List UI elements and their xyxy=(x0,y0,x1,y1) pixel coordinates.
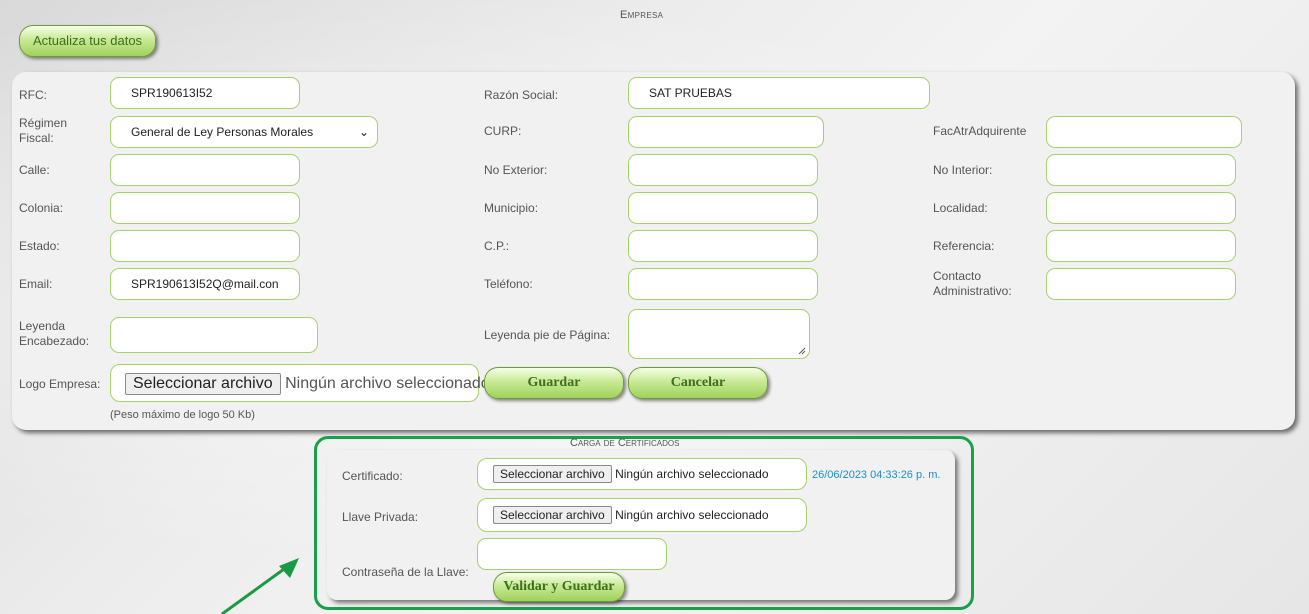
no-exterior-input[interactable] xyxy=(628,154,818,186)
leyenda-pie-label: Leyenda pie de Página: xyxy=(484,328,611,342)
cancel-button[interactable]: Cancelar xyxy=(628,367,768,399)
facatr-label: FacAtrAdquirente xyxy=(933,124,1027,138)
razon-social-input[interactable]: SAT PRUEBAS xyxy=(628,77,930,109)
certificado-file-input[interactable]: Seleccionar archivo Ningún archivo selec… xyxy=(477,458,807,490)
localidad-input[interactable] xyxy=(1046,192,1236,224)
facatr-input[interactable] xyxy=(1046,116,1242,148)
regimen-label-line2: Fiscal: xyxy=(19,131,54,145)
leyenda-encabezado-label: Leyenda Encabezado: xyxy=(19,319,89,349)
calle-label: Calle: xyxy=(19,163,50,177)
leyenda-encabezado-label-line1: Leyenda xyxy=(19,319,66,333)
municipio-input[interactable] xyxy=(628,192,818,224)
curp-label: CURP: xyxy=(484,124,522,138)
contrasena-label: Contraseña de la Llave: xyxy=(342,565,469,579)
regimen-label-line1: Régimen xyxy=(19,116,68,130)
curp-input[interactable] xyxy=(628,116,824,148)
localidad-label: Localidad: xyxy=(933,201,988,215)
regimen-label: Régimen Fiscal: xyxy=(19,116,67,146)
regimen-fiscal-value: General de Ley Personas Morales xyxy=(131,125,314,139)
no-exterior-label: No Exterior: xyxy=(484,163,548,177)
rfc-input[interactable]: SPR190613I52 xyxy=(110,77,300,109)
contacto-label-line2: Administrativo: xyxy=(933,284,1012,298)
logo-file-input[interactable]: Seleccionar archivo Ningún archivo selec… xyxy=(110,364,490,402)
leyenda-encabezado-input[interactable] xyxy=(110,317,318,353)
estado-label: Estado: xyxy=(19,239,60,253)
colonia-label: Colonia: xyxy=(19,201,64,215)
colonia-input[interactable] xyxy=(110,192,300,224)
logo-file-status: Ningún archivo seleccionado xyxy=(285,375,490,392)
llave-privada-select-file-button[interactable]: Seleccionar archivo xyxy=(493,506,612,524)
logo-label: Logo Empresa: xyxy=(19,377,101,391)
razon-social-label: Razón Social: xyxy=(484,88,559,102)
contacto-label-line1: Contacto xyxy=(933,269,982,283)
referencia-label: Referencia: xyxy=(933,239,995,253)
telefono-input[interactable] xyxy=(628,268,818,300)
certificado-file-status: Ningún archivo seleccionado xyxy=(615,467,769,481)
email-input[interactable]: SPR190613I52Q@mail.con xyxy=(110,268,300,300)
no-interior-input[interactable] xyxy=(1046,154,1236,186)
calle-input[interactable] xyxy=(110,154,300,186)
certificado-date: 26/06/2023 04:33:26 p. m. xyxy=(812,469,941,481)
rfc-label: RFC: xyxy=(19,88,47,102)
municipio-label: Municipio: xyxy=(484,201,539,215)
regimen-fiscal-select[interactable]: General de Ley Personas Morales ⌄ xyxy=(110,116,378,148)
contrasena-input[interactable] xyxy=(477,538,667,570)
resize-handle-icon[interactable] xyxy=(798,347,806,355)
leyenda-encabezado-label-line2: Encabezado: xyxy=(19,334,90,348)
referencia-input[interactable] xyxy=(1046,230,1236,262)
cp-input[interactable] xyxy=(628,230,818,262)
email-label: Email: xyxy=(19,277,53,291)
llave-privada-file-status: Ningún archivo seleccionado xyxy=(615,508,769,522)
cp-label: C.P.: xyxy=(484,239,510,253)
no-interior-label: No Interior: xyxy=(933,163,993,177)
save-button[interactable]: Guardar xyxy=(484,367,624,399)
certificates-title: Carga de Certificados xyxy=(570,437,680,449)
certificado-label: Certificado: xyxy=(342,469,403,483)
update-data-button[interactable]: Actualiza tus datos xyxy=(19,25,156,57)
estado-input[interactable] xyxy=(110,230,300,262)
contacto-input[interactable] xyxy=(1046,268,1236,300)
leyenda-pie-textarea[interactable] xyxy=(628,309,810,359)
llave-privada-label: Llave Privada: xyxy=(342,510,419,524)
logo-select-file-button[interactable]: Seleccionar archivo xyxy=(125,373,281,395)
logo-size-note: (Peso máximo de logo 50 Kb) xyxy=(110,409,255,421)
llave-privada-file-input[interactable]: Seleccionar archivo Ningún archivo selec… xyxy=(477,498,807,532)
validate-save-button[interactable]: Validar y Guardar xyxy=(493,572,625,602)
page-title: Empresa xyxy=(620,9,664,21)
certificado-select-file-button[interactable]: Seleccionar archivo xyxy=(493,465,612,483)
telefono-label: Teléfono: xyxy=(484,277,533,291)
chevron-down-icon: ⌄ xyxy=(358,125,369,139)
contacto-label: Contacto Administrativo: xyxy=(933,269,1012,299)
